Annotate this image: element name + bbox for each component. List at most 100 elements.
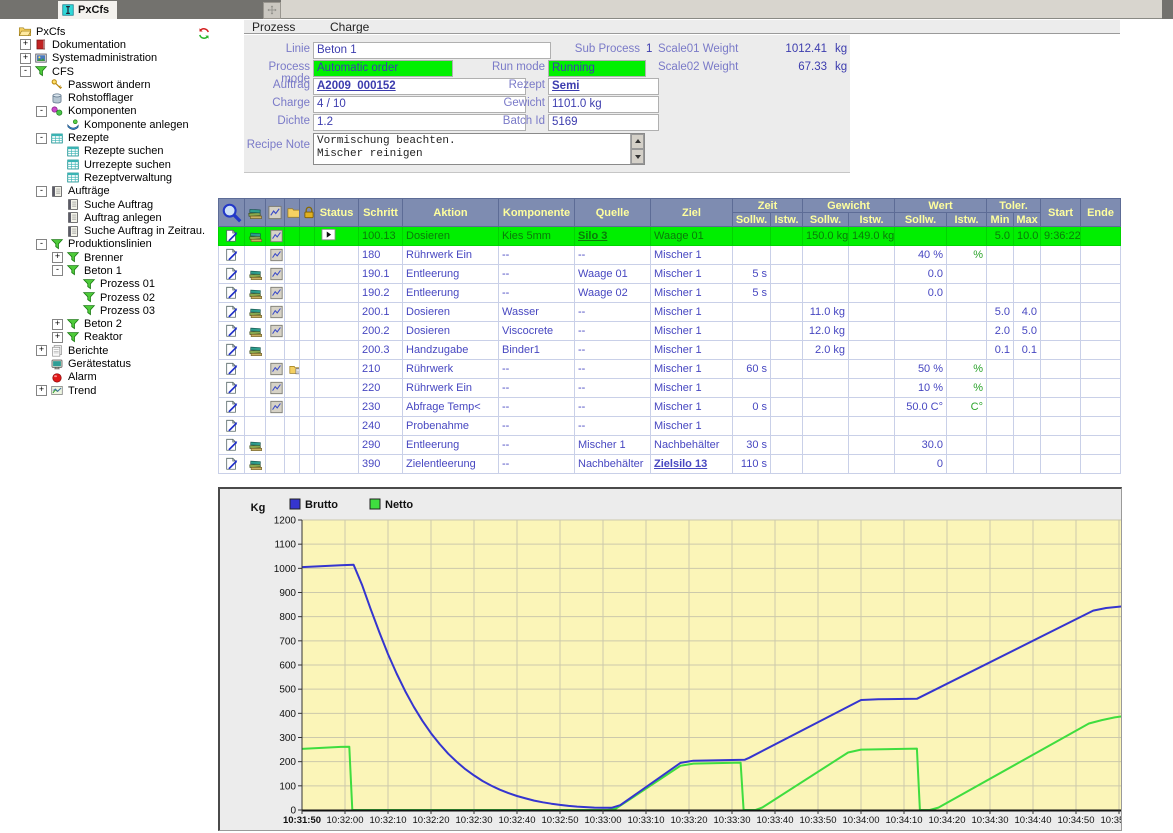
tree-item-rezepte[interactable]: -Rezepte xyxy=(2,131,216,144)
tree-item-brenner[interactable]: +Brenner xyxy=(2,251,216,264)
tree-item-trend[interactable]: +Trend xyxy=(2,384,216,397)
tree-expander[interactable]: - xyxy=(36,186,47,197)
step-row-200.1[interactable]: 200.1DosierenWasser--Mischer 111.0 kg5.0… xyxy=(219,303,1121,322)
step-chart-icon[interactable] xyxy=(269,381,281,395)
tree-item-komponente-anlegen[interactable]: Komponente anlegen xyxy=(2,118,216,131)
tree-item-beton-2[interactable]: +Beton 2 xyxy=(2,318,216,331)
menu-prozess[interactable]: Prozess xyxy=(252,20,295,34)
tree-item-cfs[interactable]: -CFS xyxy=(2,65,216,78)
tree-expander[interactable]: + xyxy=(36,345,47,356)
step-row-200.3[interactable]: 200.3HandzugabeBinder1--Mischer 12.0 kg0… xyxy=(219,341,1121,360)
tree-item-rezeptverwaltung[interactable]: Rezeptverwaltung xyxy=(2,171,216,184)
tree-item-reaktor[interactable]: +Reaktor xyxy=(2,331,216,344)
tree-item-prozess-02[interactable]: Prozess 02 xyxy=(2,291,216,304)
link-zielsilo-13[interactable]: Zielsilo 13 xyxy=(654,458,707,470)
tree-item-systemadministration[interactable]: +Systemadministration xyxy=(2,52,216,65)
tree-expander[interactable]: + xyxy=(36,385,47,396)
batch-id-field[interactable]: 5169 xyxy=(548,114,659,131)
step-report-icon[interactable] xyxy=(248,438,262,452)
tree-expander[interactable]: - xyxy=(36,133,47,144)
gewicht-field[interactable]: 1101.0 kg xyxy=(548,96,659,113)
step-row-240[interactable]: 240Probenahme----Mischer 1 xyxy=(219,417,1121,436)
step-row-290[interactable]: 290Entleerung--Mischer 1Nachbehälter30 s… xyxy=(219,436,1121,455)
tree-expander[interactable]: - xyxy=(52,265,63,276)
tree-item-gerätestatus[interactable]: Gerätestatus xyxy=(2,357,216,370)
step-report-icon[interactable] xyxy=(248,457,262,471)
tree-item-suche-auftrag-in-zeitrau-[interactable]: Suche Auftrag in Zeitrau. xyxy=(2,224,216,237)
step-row-100.13[interactable]: 100.13DosierenKies 5mmSilo 3Waage 01150.… xyxy=(219,227,1121,246)
tree-item-prozess-03[interactable]: Prozess 03 xyxy=(2,304,216,317)
refresh-icon[interactable] xyxy=(196,26,212,41)
tree-item-auftrag-anlegen[interactable]: Auftrag anlegen xyxy=(2,211,216,224)
step-chart-icon[interactable] xyxy=(269,324,281,338)
process-mode-field[interactable]: Automatic order xyxy=(313,60,453,77)
menu-charge[interactable]: Charge xyxy=(330,20,369,34)
tree-item-berichte[interactable]: +Berichte xyxy=(2,344,216,357)
dock-move-button[interactable] xyxy=(263,2,281,19)
scroll-down-button[interactable] xyxy=(631,149,644,164)
step-detail-icon[interactable] xyxy=(222,305,241,319)
tree-expander[interactable]: - xyxy=(20,66,31,77)
step-detail-icon[interactable] xyxy=(222,438,241,452)
step-row-180[interactable]: 180Rührwerk Ein----Mischer 140 %% xyxy=(219,246,1121,265)
step-folder-icon[interactable] xyxy=(288,362,296,376)
step-detail-icon[interactable] xyxy=(222,229,241,243)
step-row-220[interactable]: 220Rührwerk Ein----Mischer 110 %% xyxy=(219,379,1121,398)
step-detail-icon[interactable] xyxy=(222,381,241,395)
step-chart-icon[interactable] xyxy=(269,248,281,262)
link-silo-3[interactable]: Silo 3 xyxy=(578,230,607,242)
tree-item-urrezepte-suchen[interactable]: Urrezepte suchen xyxy=(2,158,216,171)
tree-expander[interactable]: + xyxy=(52,319,63,330)
tree-item-prozess-01[interactable]: Prozess 01 xyxy=(2,278,216,291)
step-detail-icon[interactable] xyxy=(222,248,241,262)
step-report-icon[interactable] xyxy=(248,305,262,319)
step-chart-icon[interactable] xyxy=(269,229,281,243)
step-row-200.2[interactable]: 200.2DosierenViscocrete--Mischer 112.0 k… xyxy=(219,322,1121,341)
scroll-up-button[interactable] xyxy=(631,134,644,149)
step-report-icon[interactable] xyxy=(248,324,262,338)
step-detail-icon[interactable] xyxy=(222,400,241,414)
step-report-icon[interactable] xyxy=(248,286,262,300)
tree-expander[interactable]: + xyxy=(20,53,31,64)
tree-item-pxcfs[interactable]: PxCfs xyxy=(2,25,216,38)
step-chart-icon[interactable] xyxy=(269,400,281,414)
step-detail-icon[interactable] xyxy=(222,419,241,433)
recipe-note-field[interactable]: Vormischung beachten. Mischer reinigen xyxy=(313,133,645,165)
step-detail-icon[interactable] xyxy=(222,286,241,300)
step-chart-icon[interactable] xyxy=(269,305,281,319)
tree-item-aufträge[interactable]: -Aufträge xyxy=(2,185,216,198)
step-row-190.1[interactable]: 190.1Entleerung--Waage 01Mischer 15 s0.0 xyxy=(219,265,1121,284)
linie-field[interactable]: Beton 1 xyxy=(313,42,551,59)
step-report-icon[interactable] xyxy=(248,343,262,357)
step-detail-icon[interactable] xyxy=(222,343,241,357)
tree-expander[interactable]: - xyxy=(36,106,47,117)
step-detail-icon[interactable] xyxy=(222,457,241,471)
tree-expander[interactable]: - xyxy=(36,239,47,250)
step-report-icon[interactable] xyxy=(248,267,262,281)
step-chart-icon[interactable] xyxy=(269,267,281,281)
step-detail-icon[interactable] xyxy=(222,324,241,338)
auftrag-link[interactable]: A2009_000152 xyxy=(317,80,396,92)
tree-item-beton-1[interactable]: -Beton 1 xyxy=(2,264,216,277)
tree-item-produktionslinien[interactable]: -Produktionslinien xyxy=(2,238,216,251)
tree-expander[interactable]: + xyxy=(20,39,31,50)
tab-pxcfs[interactable]: PxCfs xyxy=(58,1,117,19)
step-row-210[interactable]: 210Rührwerk----Mischer 160 s50 %% xyxy=(219,360,1121,379)
step-chart-icon[interactable] xyxy=(269,286,281,300)
tree-expander[interactable]: + xyxy=(52,332,63,343)
step-detail-icon[interactable] xyxy=(222,267,241,281)
tree-item-rezepte-suchen[interactable]: Rezepte suchen xyxy=(2,145,216,158)
tree-item-alarm[interactable]: Alarm xyxy=(2,371,216,384)
step-chart-icon[interactable] xyxy=(269,362,281,376)
tree-item-passwort-ändern[interactable]: Passwort ändern xyxy=(2,78,216,91)
tree-expander[interactable]: + xyxy=(52,252,63,263)
step-detail-icon[interactable] xyxy=(222,362,241,376)
tree-item-suche-auftrag[interactable]: Suche Auftrag xyxy=(2,198,216,211)
run-mode-field[interactable]: Running xyxy=(548,60,646,77)
tree-item-dokumentation[interactable]: +Dokumentation xyxy=(2,38,216,51)
step-row-190.2[interactable]: 190.2Entleerung--Waage 02Mischer 15 s0.0 xyxy=(219,284,1121,303)
tree-item-rohstofflager[interactable]: Rohstofflager xyxy=(2,91,216,104)
step-row-230[interactable]: 230Abfrage Temp<----Mischer 10 s50.0 C°C… xyxy=(219,398,1121,417)
rezept-link[interactable]: Semi xyxy=(552,80,580,92)
tree-item-komponenten[interactable]: -Komponenten xyxy=(2,105,216,118)
